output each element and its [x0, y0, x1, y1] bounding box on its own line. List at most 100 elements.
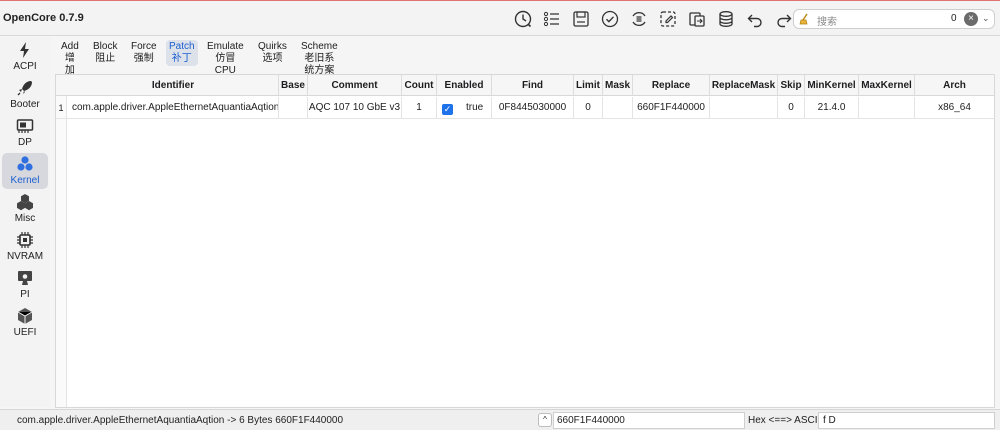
patch-table: Identifier Base Comment Count Enabled Fi…: [55, 74, 995, 408]
table-row[interactable]: com.apple.driver.AppleEthernetAquantiaAq…: [56, 97, 994, 119]
tab-scheme[interactable]: Scheme 老旧系统方案: [298, 40, 341, 78]
enabled-value: true: [466, 102, 484, 113]
ascii-value-field[interactable]: f D: [818, 412, 995, 429]
sidebar-item-label: Kernel: [10, 175, 40, 186]
cell-count[interactable]: 1: [402, 97, 437, 119]
search-result-count: 0: [951, 13, 957, 24]
check-circle-icon[interactable]: [597, 8, 623, 30]
tab-force[interactable]: Force 强制: [128, 40, 160, 66]
hex-ascii-label: Hex <==> ASCII: [748, 415, 821, 426]
sidebar-item-pi[interactable]: PI: [2, 267, 48, 303]
sidebar-item-label: DP: [18, 137, 32, 148]
header-count[interactable]: Count: [402, 75, 437, 96]
cell-base[interactable]: [279, 97, 308, 119]
cell-minkernel[interactable]: 21.4.0: [805, 97, 859, 119]
acpi-icon: [16, 41, 34, 59]
header-base[interactable]: Base: [279, 75, 308, 96]
tab-label-en: Add: [61, 41, 79, 52]
sidebar-item-misc[interactable]: Misc: [2, 191, 48, 227]
tab-quirks[interactable]: Quirks 选项: [255, 40, 290, 66]
sidebar-item-label: UEFI: [13, 327, 37, 338]
header-comment[interactable]: Comment: [308, 75, 402, 96]
tab-patch[interactable]: Patch 补丁: [166, 40, 198, 66]
sidebar-item-label: NVRAM: [6, 251, 44, 262]
sidebar: ACPI Booter DP Kernel Misc NVRAM PI UEFI: [0, 37, 50, 407]
header-maxkernel[interactable]: MaxKernel: [859, 75, 915, 96]
sidebar-item-label: PI: [20, 289, 30, 300]
device-card-icon: [16, 117, 34, 135]
monitor-apple-icon: [16, 269, 34, 287]
kernel-icon: [16, 155, 34, 173]
caret-up-icon[interactable]: ^: [538, 413, 552, 427]
tab-label-zh: 补丁: [171, 53, 192, 64]
cube-icon: [16, 307, 34, 325]
chip-icon: [16, 231, 34, 249]
header-enabled[interactable]: Enabled: [437, 75, 492, 96]
window-title: OpenCore 0.7.9: [3, 12, 84, 24]
clear-search-icon[interactable]: ×: [964, 12, 978, 26]
header-replace[interactable]: Replace: [633, 75, 710, 96]
title-bar: OpenCore 0.7.9 搜索 0 × ⌄: [0, 0, 1000, 36]
cell-mask[interactable]: [603, 97, 633, 119]
tab-label-zh: 阻止: [95, 53, 116, 64]
sidebar-item-label: Misc: [14, 213, 36, 224]
cell-find[interactable]: 0F8445030000: [492, 97, 574, 119]
search-field[interactable]: 搜索 0 × ⌄: [793, 9, 995, 29]
tab-add[interactable]: Add 增加: [58, 40, 82, 78]
header-skip[interactable]: Skip: [778, 75, 805, 96]
header-limit[interactable]: Limit: [574, 75, 603, 96]
sidebar-item-dp[interactable]: DP: [2, 115, 48, 151]
tab-label-zh: 选项: [262, 53, 283, 64]
cell-replacemask[interactable]: [710, 97, 778, 119]
tab-label-en: Force: [131, 41, 157, 52]
status-text: com.apple.driver.AppleEthernetAquantiaAq…: [17, 415, 344, 426]
undo-icon[interactable]: [742, 8, 768, 30]
enabled-checkbox[interactable]: ✓: [442, 104, 453, 115]
list-icon[interactable]: [539, 8, 565, 30]
cell-limit[interactable]: 0: [574, 97, 603, 119]
row-number-column: [56, 75, 67, 407]
header-identifier[interactable]: Identifier: [68, 75, 279, 96]
tab-label-en: Scheme: [301, 41, 338, 52]
tab-label-en: Quirks: [258, 41, 287, 52]
cell-replace[interactable]: 660F1F440000: [633, 97, 710, 119]
sidebar-item-label: ACPI: [13, 61, 37, 72]
refresh-list-icon[interactable]: [626, 8, 652, 30]
history-clock-icon[interactable]: [510, 8, 536, 30]
cell-maxkernel[interactable]: [859, 97, 915, 119]
app-window: OpenCore 0.7.9 搜索 0 × ⌄ ACPI Booter DP K…: [0, 0, 1000, 430]
broom-search-icon: [798, 12, 812, 26]
table-header: Identifier Base Comment Count Enabled Fi…: [56, 75, 994, 96]
tab-emulate[interactable]: Emulate 仿冒CPU: [204, 40, 247, 78]
cell-skip[interactable]: 0: [778, 97, 805, 119]
import-export-icon[interactable]: [684, 8, 710, 30]
status-bar: com.apple.driver.AppleEthernetAquantiaAq…: [0, 409, 1000, 430]
sidebar-item-booter[interactable]: Booter: [2, 77, 48, 113]
header-minkernel[interactable]: MinKernel: [805, 75, 859, 96]
misc-icon: [16, 193, 34, 211]
header-replacemask[interactable]: ReplaceMask: [710, 75, 778, 96]
cell-enabled[interactable]: ✓ true: [437, 97, 492, 119]
sidebar-item-acpi[interactable]: ACPI: [2, 39, 48, 75]
search-placeholder: 搜索: [817, 17, 837, 28]
toolbar: [510, 8, 800, 30]
cell-arch[interactable]: x86_64: [915, 97, 994, 119]
tab-label-en: Block: [93, 41, 118, 52]
save-icon[interactable]: [568, 8, 594, 30]
tab-label-zh: 强制: [133, 53, 154, 64]
sidebar-item-uefi[interactable]: UEFI: [2, 305, 48, 341]
database-icon[interactable]: [713, 8, 739, 30]
sidebar-item-kernel[interactable]: Kernel: [2, 153, 48, 189]
rocket-icon: [16, 79, 34, 97]
header-mask[interactable]: Mask: [603, 75, 633, 96]
screenshot-edit-icon[interactable]: [655, 8, 681, 30]
tab-block[interactable]: Block 阻止: [90, 40, 120, 66]
cell-comment[interactable]: AQC 107 10 GbE v3: [308, 97, 402, 119]
sidebar-item-nvram[interactable]: NVRAM: [2, 229, 48, 265]
tab-label-en: Emulate: [207, 41, 244, 52]
header-find[interactable]: Find: [492, 75, 574, 96]
header-arch[interactable]: Arch: [915, 75, 994, 96]
hex-value-field[interactable]: 660F1F440000: [553, 412, 745, 429]
cell-identifier[interactable]: com.apple.driver.AppleEthernetAquantiaAq…: [68, 97, 279, 119]
chevron-down-icon[interactable]: ⌄: [982, 13, 990, 24]
